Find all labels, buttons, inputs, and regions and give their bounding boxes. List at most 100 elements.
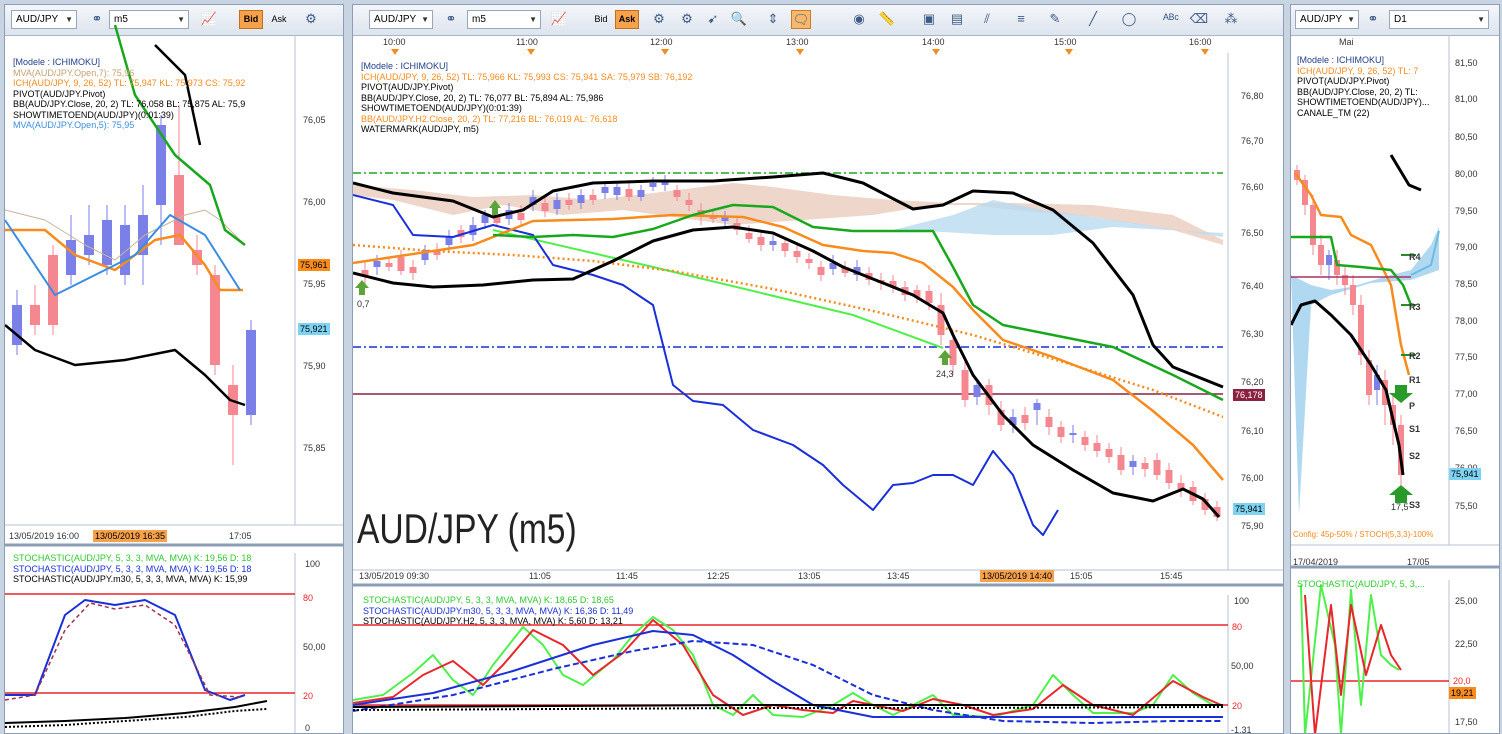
y-tick: 25,00 [1455, 596, 1478, 606]
top-time: 13:00 [786, 37, 809, 47]
price-candle [613, 187, 621, 195]
pivot-label: R3 [1409, 302, 1421, 312]
left-legend: [Modele : ICHIMOKU] MVA(AUD/JPY.Open,7):… [13, 57, 245, 131]
pivot-label: R4 [1409, 252, 1421, 262]
trend-line [492, 229, 944, 349]
y-tick: 76,50 [1241, 228, 1264, 238]
price-candle [1350, 285, 1356, 305]
y-tick: 22,50 [1455, 639, 1478, 649]
price-candle [1033, 403, 1041, 410]
stoch-d-line [1304, 594, 1402, 733]
x-label: 15:05 [1070, 571, 1093, 581]
y-tick: 77,50 [1455, 352, 1478, 362]
price-tag-blue: 75,921 [298, 323, 330, 335]
pivot-label: R2 [1409, 351, 1421, 361]
level-tag: 20,0 [1453, 676, 1471, 686]
legend-line: ICH(AUD/JPY, 9, 26, 52) TL: 7 [1297, 65, 1419, 76]
y-tick: 81,50 [1455, 58, 1478, 68]
y-tick: 76,60 [1241, 182, 1264, 192]
y-tick: 76,70 [1241, 136, 1264, 146]
legend-line: STOCHASTIC(AUD/JPY, 5, 3,... [1297, 579, 1425, 589]
legend-line: STOCHASTIC(AUD/JPY.m30, 5, 3, 3, MVA, MV… [363, 605, 634, 616]
price-candle [649, 183, 657, 187]
price-candle [120, 225, 130, 275]
marker-label: 0,7 [357, 299, 370, 309]
price-candle [793, 251, 801, 257]
y-tick: 76,80 [1241, 91, 1264, 101]
price-tag-blue: 75,941 [1233, 503, 1265, 515]
watermark: AUD/JPY (m5) [357, 505, 577, 552]
y-tick: 76,40 [1241, 281, 1264, 291]
price-candle [1165, 470, 1173, 483]
price-candle [961, 370, 969, 400]
price-candle [1129, 461, 1137, 467]
right-stoch-legend: STOCHASTIC(AUD/JPY, 5, 3,... [1297, 579, 1425, 590]
price-candle [517, 213, 525, 220]
y-tick: 75,85 [303, 443, 326, 453]
price-candle [1021, 415, 1029, 423]
price-candle [589, 195, 597, 200]
price-candle [1318, 245, 1324, 265]
price-candle [553, 200, 561, 209]
y-tick: 100 [1234, 596, 1250, 606]
y-tick: 78,00 [1455, 316, 1478, 326]
time-marker-icon [1201, 49, 1209, 55]
stoch-m30-d-line [353, 640, 1223, 724]
price-candle [1310, 205, 1316, 245]
legend-line: BB(AUD/JPY.H2.Close, 20, 2) TL: 77,216 B… [361, 113, 618, 124]
price-candle [817, 267, 825, 275]
y-tick: 76,20 [1241, 377, 1264, 387]
legend-line: [Modele : ICHIMOKU] [13, 57, 101, 67]
price-tag-orange: 75,961 [298, 259, 330, 271]
stoch-k-line [353, 616, 1214, 718]
legend-line: PIVOT(AUD/JPY.Pivot) [13, 88, 106, 99]
price-candle [1081, 437, 1089, 445]
price-tag-blue: 75,941 [1449, 468, 1481, 480]
top-time: 11:00 [516, 37, 538, 47]
price-candle [925, 291, 933, 303]
pivot-label: S1 [1409, 424, 1421, 434]
price-candle [745, 233, 753, 239]
x-label: 11:05 [529, 571, 551, 581]
price-candle [1153, 460, 1161, 475]
legend-line: BB(AUD/JPY.Close, 20, 2) TL: 76,077 BL: … [361, 92, 604, 103]
pivot-label: P [1409, 401, 1416, 411]
marker-label: 24,3 [936, 369, 954, 379]
price-candle [397, 257, 405, 271]
bollinger-lower-line [5, 324, 246, 407]
price-candle [48, 255, 58, 325]
legend-line: STOCHASTIC(AUD/JPY, 5, 3, 3, MVA, MVA) K… [13, 553, 252, 563]
legend-line: MVA(AUD/JPY.Open,7): 75,96 [13, 67, 135, 78]
price-candle [66, 240, 76, 275]
pivot-label: R1 [1409, 375, 1421, 385]
time-marker-icon [796, 49, 804, 55]
price-tag-maroon: 76,178 [1233, 389, 1265, 401]
right-legend: [Modele : ICHIMOKU] ICH(AUD/JPY, 9, 26, … [1297, 55, 1429, 118]
y-tick: 77,00 [1455, 389, 1478, 399]
y-tick: 80,00 [1455, 169, 1478, 179]
legend-line: BB(AUD/JPY.Close, 20, 2) TL: 76,058 BL: … [13, 99, 246, 109]
legend-line: STOCHASTIC(AUD/JPY.m30, 5, 3, 3, MVA, MV… [13, 574, 248, 584]
month-label: Mai [1339, 37, 1354, 47]
legend-line: ICH(AUD/JPY, 9, 26, 52) TL: 75,966 KL: 7… [361, 72, 692, 83]
time-cursor: 13/05/2019 16:35 [93, 530, 168, 542]
price-candle [685, 200, 693, 205]
y-tick: 76,50 [1455, 426, 1478, 436]
price-candle [769, 241, 777, 245]
x-label: 13:45 [887, 571, 910, 581]
y-tick: 76,30 [1241, 329, 1264, 339]
level-tag: 80 [1232, 622, 1243, 632]
level-tag: 80 [303, 593, 314, 603]
bollinger-upper-line [1389, 154, 1422, 192]
left-stoch-legend: STOCHASTIC(AUD/JPY, 5, 3, 3, MVA, MVA) K… [13, 553, 251, 585]
price-candle [1093, 443, 1101, 451]
pivot-label: S2 [1409, 451, 1421, 461]
ich-tenkan-line [1293, 172, 1411, 376]
legend-part: ICH(AUD/JPY, 9, 26, 52) TL: 75,966 KL: 7… [361, 71, 693, 82]
price-candle [1057, 427, 1065, 437]
x-label: 15:45 [1160, 571, 1183, 581]
main-chart-window: AUD/JPY ▼ ⚭ m5 ▼ 📈 Bid Ask ⚙ ⚙ ➹ 🔍 ⇕ 🗨 ◉ 📏… [352, 4, 1284, 734]
legend-line: SHOWTIMETOEND(AUD/JPY)(0:01:39) [13, 109, 174, 120]
legend-line: PIVOT(AUD/JPY.Pivot) [1297, 76, 1390, 86]
level-tag: 20 [303, 691, 314, 701]
